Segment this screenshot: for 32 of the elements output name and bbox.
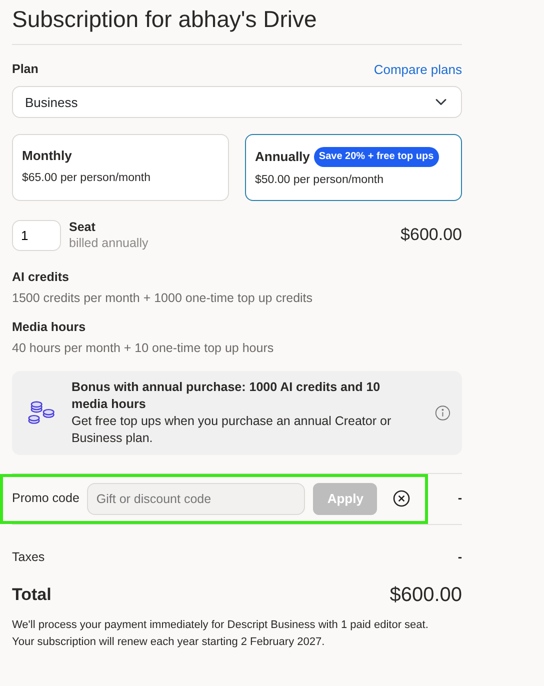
billing-option-card[interactable]: Monthly $65.00 per person/month [12,134,229,202]
payment-note: Your subscription will renew each year starting 2 February 2027. [12,634,326,650]
billing-note: billed annually [69,235,148,252]
plan-select[interactable]: Business [12,86,462,118]
payment-note: We'll process your payment immediately for Descript Business with 1 paid editor seat. [12,618,430,633]
option-price: $65.00 per person/month [22,170,152,186]
feature-detail: 1500 credits per month + 1000 one-time top up credits [12,290,314,307]
bonus-title: Bonus with annual purchase: 1000 AI credits and 10 media hours [71,378,382,413]
info-icon[interactable] [434,404,450,422]
feature-title: Media hours [12,318,87,336]
plan-label: Plan [12,60,38,78]
taxes-amount: - [458,548,462,566]
promo-code-field[interactable]: Gift or discount code [87,482,306,515]
feature-title: AI credits [12,269,70,286]
seat-amount: $600.00 [400,224,462,246]
save-badge: Save 20% + free top ups [314,147,439,167]
seat-count-field[interactable]: 1 [12,220,61,251]
billing-option-card[interactable]: Annually Save 20% + free top ups $50.00 per person/month [245,134,462,202]
option-name: Monthly [22,147,72,165]
taxes-label: Taxes [12,548,45,566]
total-amount: $600.00 [390,582,462,608]
feature-detail: 40 hours per month + 10 one-time top up hours [12,340,275,357]
option-price: $50.00 per person/month [255,172,385,188]
seat-label: Seat [69,219,96,236]
total-label: Total [12,584,52,606]
promo-label: Promo code [12,490,80,508]
option-name: Annually [255,148,310,166]
clear-button[interactable] [393,490,410,508]
compare-plans-link[interactable]: Compare plans [374,60,462,78]
page-title: Subscription for abhay's Drive [12,6,462,45]
bonus-text: Get free top ups when you purchase an annual Creator or Business plan. [71,412,392,447]
promo-amount: - [458,490,462,508]
